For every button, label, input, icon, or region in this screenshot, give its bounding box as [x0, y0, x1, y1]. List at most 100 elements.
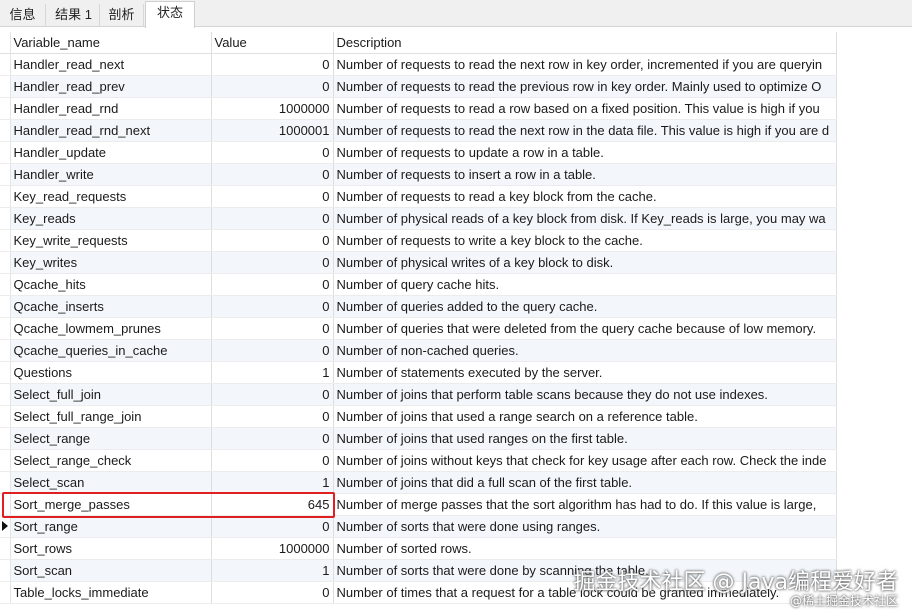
- cell-variable-name[interactable]: Handler_write: [10, 163, 212, 186]
- cell-description[interactable]: Number of non-cached queries.: [333, 339, 837, 362]
- cell-variable-name[interactable]: Sort_scan: [10, 559, 212, 582]
- cell-description[interactable]: Number of requests to read the previous …: [333, 75, 837, 98]
- cell-description[interactable]: Number of physical reads of a key block …: [333, 207, 837, 230]
- row-indicator[interactable]: [0, 471, 11, 494]
- cell-description[interactable]: Number of sorts that were done using ran…: [333, 515, 837, 538]
- status-variables-grid[interactable]: Variable_name Value Description Handler_…: [0, 32, 837, 604]
- row-indicator[interactable]: [0, 339, 11, 362]
- cell-description[interactable]: Number of queries added to the query cac…: [333, 295, 837, 318]
- table-row[interactable]: Select_full_range_join 0 Number of joins t…: [0, 405, 837, 428]
- cell-description[interactable]: Number of joins that did a full scan of …: [333, 471, 837, 494]
- row-indicator[interactable]: [0, 141, 11, 164]
- cell-value[interactable]: 0: [211, 251, 334, 274]
- cell-description[interactable]: Number of requests to read a key block f…: [333, 185, 837, 208]
- cell-description[interactable]: Number of sorted rows.: [333, 537, 837, 560]
- table-row[interactable]: Key_reads 0 Number of physical reads of a …: [0, 207, 837, 230]
- cell-value[interactable]: 0: [211, 581, 334, 604]
- table-row[interactable]: Qcache_queries_in_cache 0 Number of non-ca…: [0, 339, 837, 362]
- cell-value[interactable]: 1000001: [211, 119, 334, 142]
- cell-value[interactable]: 1000000: [211, 97, 334, 120]
- cell-description[interactable]: Number of merge passes that the sort alg…: [333, 493, 837, 516]
- cell-variable-name[interactable]: Handler_read_prev: [10, 75, 212, 98]
- cell-value[interactable]: 1: [211, 361, 334, 384]
- cell-variable-name[interactable]: Qcache_queries_in_cache: [10, 339, 212, 362]
- cell-variable-name[interactable]: Select_range_check: [10, 449, 212, 472]
- cell-description[interactable]: Number of requests to insert a row in a …: [333, 163, 837, 186]
- cell-description[interactable]: Number of physical writes of a key block…: [333, 251, 837, 274]
- cell-value[interactable]: 0: [211, 515, 334, 538]
- row-indicator[interactable]: [0, 97, 11, 120]
- row-indicator[interactable]: [0, 581, 11, 604]
- table-row[interactable]: Key_read_requests 0 Number of requests to …: [0, 185, 837, 208]
- cell-variable-name[interactable]: Handler_read_next: [10, 53, 212, 76]
- row-indicator[interactable]: [0, 361, 11, 384]
- cell-variable-name[interactable]: Questions: [10, 361, 212, 384]
- tab-info[interactable]: 信息: [0, 4, 46, 27]
- row-indicator[interactable]: [0, 427, 11, 450]
- cell-value[interactable]: 0: [211, 185, 334, 208]
- tab-result-1[interactable]: 结果 1: [48, 4, 100, 27]
- cell-variable-name[interactable]: Select_scan: [10, 471, 212, 494]
- row-indicator[interactable]: [0, 537, 11, 560]
- table-row[interactable]: Questions 1 Number of statements executed …: [0, 361, 837, 384]
- cell-variable-name[interactable]: Sort_range: [10, 515, 212, 538]
- cell-value[interactable]: 1: [211, 559, 334, 582]
- cell-variable-name[interactable]: Key_writes: [10, 251, 212, 274]
- cell-value[interactable]: 1: [211, 471, 334, 494]
- row-indicator[interactable]: [0, 273, 11, 296]
- cell-variable-name[interactable]: Qcache_hits: [10, 273, 212, 296]
- cell-value[interactable]: 0: [211, 273, 334, 296]
- cell-description[interactable]: Number of statements executed by the ser…: [333, 361, 837, 384]
- row-indicator[interactable]: [0, 383, 11, 406]
- cell-value[interactable]: 0: [211, 229, 334, 252]
- table-row[interactable]: Select_range 0 Number of joins that used r…: [0, 427, 837, 450]
- cell-description[interactable]: Number of requests to update a row in a …: [333, 141, 837, 164]
- cell-description[interactable]: Number of joins without keys that check …: [333, 449, 837, 472]
- cell-variable-name[interactable]: Key_reads: [10, 207, 212, 230]
- cell-value[interactable]: 0: [211, 427, 334, 450]
- cell-value[interactable]: 645: [211, 493, 334, 516]
- cell-variable-name[interactable]: Sort_merge_passes: [10, 493, 212, 516]
- cell-value[interactable]: 0: [211, 141, 334, 164]
- table-row[interactable]: Qcache_inserts 0 Number of queries added t…: [0, 295, 837, 318]
- row-indicator[interactable]: [0, 559, 11, 582]
- cell-description[interactable]: Number of query cache hits.: [333, 273, 837, 296]
- column-header-variable-name[interactable]: Variable_name: [10, 32, 212, 54]
- cell-value[interactable]: 1000000: [211, 537, 334, 560]
- cell-value[interactable]: 0: [211, 207, 334, 230]
- table-row[interactable]: Handler_update 0 Number of requests to upd…: [0, 141, 837, 164]
- table-row[interactable]: Qcache_lowmem_prunes 0 Number of queries t…: [0, 317, 837, 340]
- row-indicator[interactable]: [0, 295, 11, 318]
- table-row[interactable]: Sort_rows 1000000 Number of sorted rows.: [0, 537, 837, 560]
- table-row[interactable]: Key_writes 0 Number of physical writes of …: [0, 251, 837, 274]
- cell-value[interactable]: 0: [211, 317, 334, 340]
- table-row[interactable]: Handler_read_next 0 Number of requests to …: [0, 53, 837, 76]
- table-row[interactable]: Handler_write 0 Number of requests to inse…: [0, 163, 837, 186]
- row-indicator[interactable]: [0, 493, 11, 516]
- cell-value[interactable]: 0: [211, 383, 334, 406]
- table-row[interactable]: Qcache_hits 0 Number of query cache hits.: [0, 273, 837, 296]
- table-row[interactable]: Select_scan 1 Number of joins that did a f…: [0, 471, 837, 494]
- row-indicator[interactable]: [0, 75, 11, 98]
- cell-variable-name[interactable]: Select_full_range_join: [10, 405, 212, 428]
- row-indicator[interactable]: [0, 185, 11, 208]
- cell-description[interactable]: Number of joins that used a range search…: [333, 405, 837, 428]
- cell-description[interactable]: Number of requests to write a key block …: [333, 229, 837, 252]
- column-header-description[interactable]: Description: [333, 32, 837, 54]
- tab-status[interactable]: 状态: [145, 1, 195, 28]
- cell-variable-name[interactable]: Select_range: [10, 427, 212, 450]
- row-indicator[interactable]: [0, 53, 11, 76]
- cell-value[interactable]: 0: [211, 53, 334, 76]
- row-indicator[interactable]: [0, 449, 11, 472]
- cell-value[interactable]: 0: [211, 163, 334, 186]
- cell-variable-name[interactable]: Qcache_lowmem_prunes: [10, 317, 212, 340]
- row-indicator[interactable]: [0, 515, 11, 538]
- cell-description[interactable]: Number of requests to read a row based o…: [333, 97, 837, 120]
- row-indicator[interactable]: [0, 229, 11, 252]
- row-indicator[interactable]: [0, 251, 11, 274]
- cell-value[interactable]: 0: [211, 295, 334, 318]
- table-row[interactable]: Sort_merge_passes 645 Number of merge pass…: [0, 493, 837, 516]
- cell-variable-name[interactable]: Handler_update: [10, 141, 212, 164]
- row-indicator[interactable]: [0, 405, 11, 428]
- cell-value[interactable]: 0: [211, 405, 334, 428]
